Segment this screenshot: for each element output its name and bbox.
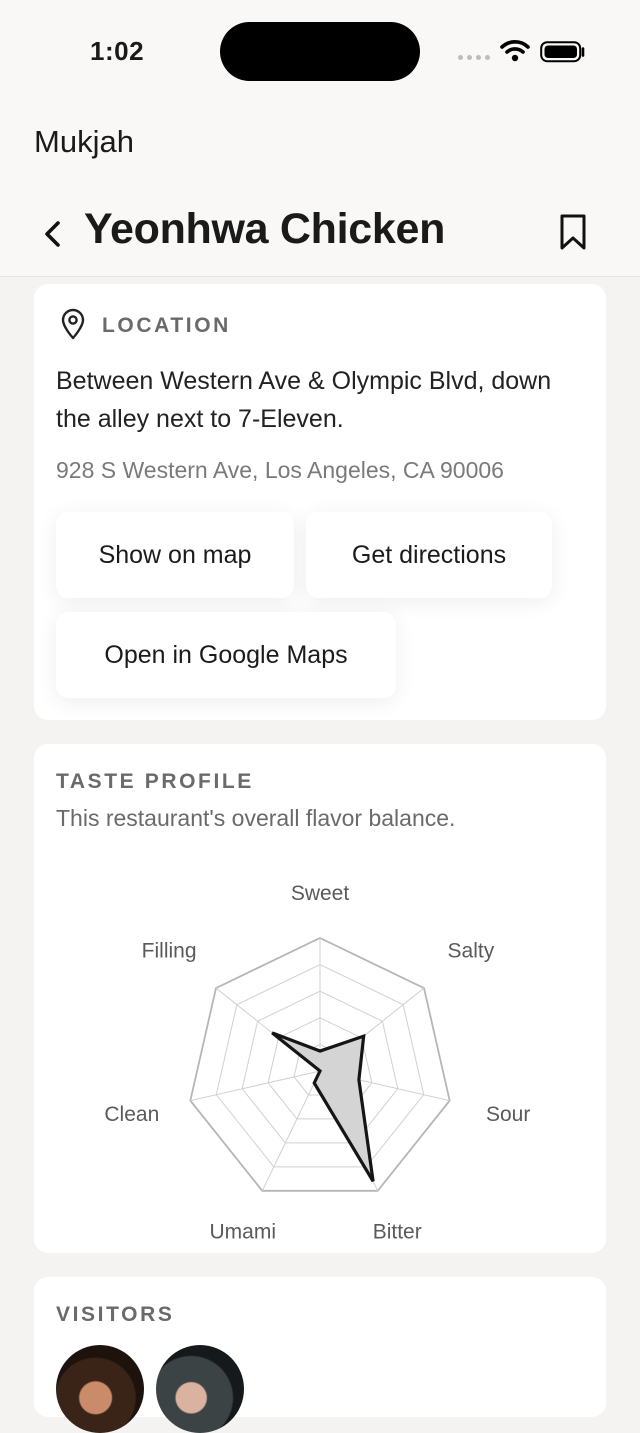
location-address: 928 S Western Ave, Los Angeles, CA 90006 [56, 457, 504, 483]
page-title: Yeonhwa Chicken [84, 205, 446, 253]
visitors-heading: VISITORS [56, 1303, 175, 1326]
visitors-card: VISITORS [34, 1277, 606, 1433]
avatar[interactable] [156, 1345, 244, 1433]
top-bar: 1:02 Mukjah Yeonhwa Chicken [0, 0, 640, 277]
radar-axis-label-bitter: Bitter [373, 1220, 422, 1243]
radar-axis-label-clean: Clean [104, 1103, 159, 1126]
battery-icon [540, 41, 585, 63]
radar-axis-line [261, 1070, 321, 1192]
open-google-maps-button[interactable]: Open in Google Maps [56, 612, 396, 698]
dynamic-island [220, 22, 420, 81]
location-pin-icon [61, 308, 85, 340]
wifi-icon [500, 40, 530, 62]
location-heading: LOCATION [102, 314, 231, 337]
radar-axis-label-umami: Umami [210, 1220, 277, 1243]
location-description: Between Western Ave & Olympic Blvd, down… [56, 367, 552, 433]
radar-axis-label-filling: Filling [142, 940, 197, 963]
taste-radar-chart: Sweet Salty Sour Bitter Umami Clean Filling [104, 882, 530, 1243]
radar-axis-label-salty: Salty [448, 940, 495, 963]
location-card: LOCATION Between Western Ave & Olympic B… [34, 284, 606, 720]
radar-axis-label-sour: Sour [486, 1103, 530, 1126]
show-on-map-button[interactable]: Show on map [56, 512, 294, 598]
app-name: Mukjah [34, 124, 134, 159]
status-time: 1:02 [90, 36, 145, 66]
radar-axis-label-sweet: Sweet [291, 882, 350, 905]
bookmark-icon[interactable] [556, 212, 590, 252]
signal-icon [458, 55, 490, 60]
header-divider [0, 276, 640, 277]
taste-profile-card: TASTE PROFILE This restaurant's overall … [34, 744, 606, 1253]
back-chevron-icon[interactable] [36, 214, 72, 254]
get-directions-button[interactable]: Get directions [306, 512, 552, 598]
avatar[interactable] [56, 1345, 144, 1433]
